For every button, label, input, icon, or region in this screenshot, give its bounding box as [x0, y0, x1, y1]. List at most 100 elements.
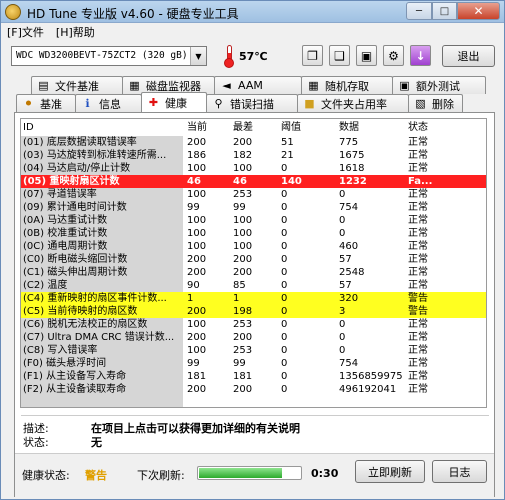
cell-worst: 85 [233, 280, 246, 291]
table-row[interactable]: (07) 寻道错误率 100 253 0 0 正常 [21, 188, 486, 201]
column-header-id[interactable]: ID [23, 121, 181, 134]
table-row[interactable]: (04) 马达启动/停止计数 100 100 0 1618 正常 [21, 162, 486, 175]
copy-all-icon[interactable]: ❑ [329, 45, 350, 66]
copy-icon[interactable]: ❐ [302, 45, 323, 66]
cell-worst: 200 [233, 254, 253, 265]
cell-cur: 100 [187, 241, 207, 252]
tab-aam[interactable]: ◄ AAM [214, 76, 302, 94]
cell-cur: 186 [187, 150, 207, 161]
table-row[interactable]: (01) 底层数据读取错误率 200 200 51 775 正常 [21, 136, 486, 149]
description-value: 在项目上点击可以获得更加详细的有关说明 [91, 422, 300, 435]
cell-cur: 200 [187, 267, 207, 278]
table-row[interactable]: (C4) 重新映射的扇区事件计数... 1 1 0 320 警告 [21, 292, 486, 305]
table-row[interactable]: (F1) 从主设备写入寿命 181 181 0 1356859975 正常 [21, 370, 486, 383]
options-icon[interactable]: ⚙ [383, 45, 404, 66]
cell-cur: 200 [187, 137, 207, 148]
magnifier-icon: ⚲ [214, 97, 223, 110]
monitor-icon: ▦ [129, 79, 140, 92]
table-row[interactable]: (C0) 断电磁头缩回计数 200 200 0 57 正常 [21, 253, 486, 266]
cell-status: 正常 [408, 371, 428, 382]
tab-benchmark[interactable]: ⚫ 基准 [16, 94, 76, 112]
cell-id: (C0) 断电磁头缩回计数 [23, 254, 128, 265]
table-row[interactable]: (09) 累计通电时间计数 99 99 0 754 正常 [21, 201, 486, 214]
refresh-progress-bar [197, 466, 302, 480]
table-row[interactable]: (C1) 磁头伸出周期计数 200 200 0 2548 正常 [21, 266, 486, 279]
tab-error-scan[interactable]: ⚲ 错误扫描 [206, 94, 298, 112]
save-icon[interactable]: ▣ [356, 45, 377, 66]
cell-worst: 99 [233, 358, 246, 369]
close-button[interactable]: ✕ [457, 2, 500, 20]
table-row[interactable]: (F2) 从主设备读取寿命 200 200 0 496192041 正常 [21, 383, 486, 396]
minimize-button[interactable]: ─ [406, 2, 432, 20]
cell-worst: 181 [233, 371, 253, 382]
cell-id: (07) 寻道错误率 [23, 189, 97, 200]
cell-thr: 0 [281, 254, 288, 265]
cell-thr: 21 [281, 150, 294, 161]
cell-status: 正常 [408, 267, 428, 278]
tab-folder-usage[interactable]: ■ 文件夹占用率 [297, 94, 409, 112]
column-header-data[interactable]: 数据 [339, 121, 403, 134]
menu-help[interactable]: [H]帮助 [56, 24, 95, 40]
cell-data: 57 [339, 254, 352, 265]
title-bar[interactable]: HD Tune 专业版 v4.60 - 硬盘专业工具 ─ □ ✕ [1, 1, 504, 23]
cell-status: 正常 [408, 163, 428, 174]
tab-info[interactable]: ℹ 信息 [75, 94, 142, 112]
log-button[interactable]: 日志 [432, 460, 487, 483]
refresh-now-button[interactable]: 立即刷新 [355, 460, 425, 483]
drive-select[interactable]: WDC WD3200BEVT-75ZCT2 (320 gB) ▼ [11, 46, 207, 66]
cell-thr: 0 [281, 384, 288, 395]
health-status-value: 警告 [85, 469, 107, 482]
tab-health[interactable]: ✚ 健康 [141, 92, 207, 112]
cell-data: 1232 [339, 176, 367, 187]
table-row[interactable]: (0A) 马达重试计数 100 100 0 0 正常 [21, 214, 486, 227]
table-row[interactable]: (C6) 脱机无法校正的扇区数 100 253 0 0 正常 [21, 318, 486, 331]
menu-bar: [F]文件 [H]帮助 [1, 23, 504, 41]
cell-cur: 200 [187, 332, 207, 343]
tab-random-access[interactable]: ▦ 随机存取 [301, 76, 393, 94]
table-row[interactable]: (0B) 校准重试计数 100 100 0 0 正常 [21, 227, 486, 240]
cell-worst: 253 [233, 319, 253, 330]
cell-status: 正常 [408, 241, 428, 252]
tab-extra-tests[interactable]: ▣ 额外测试 [392, 76, 486, 94]
table-row[interactable]: (F0) 磁头悬浮时间 99 99 0 754 正常 [21, 357, 486, 370]
download-icon[interactable]: ↓ [410, 45, 431, 66]
tab-row-front: ⚫ 基准 ℹ 信息 ✚ 健康 ⚲ 错误扫描 ■ 文件夹占用率 ▧ 删除 [16, 92, 463, 113]
tab-erase[interactable]: ▧ 删除 [408, 94, 463, 112]
table-row[interactable]: (0C) 通电周期计数 100 100 0 460 正常 [21, 240, 486, 253]
table-row[interactable]: (C7) Ultra DMA CRC 错误计数... 200 200 0 0 正常 [21, 331, 486, 344]
column-header-threshold[interactable]: 阈值 [281, 121, 337, 134]
status-label: 状态: [23, 436, 49, 449]
column-header-current[interactable]: 当前 [187, 121, 231, 134]
smart-table[interactable]: ID 当前 最差 阈值 数据 状态 (01) 底层数据读取错误率 200 200 51… [20, 118, 487, 408]
cell-data: 1675 [339, 150, 365, 161]
chevron-down-icon[interactable]: ▼ [190, 47, 206, 65]
cell-thr: 0 [281, 358, 288, 369]
tab-file-benchmark[interactable]: ▤ 文件基准 [31, 76, 123, 94]
maximize-button[interactable]: □ [432, 2, 457, 20]
cell-cur: 200 [187, 384, 207, 395]
table-body: (01) 底层数据读取错误率 200 200 51 775 正常 (03) 马达旋转到标准转… [21, 136, 486, 407]
cell-thr: 51 [281, 137, 294, 148]
cell-thr: 0 [281, 280, 288, 291]
cell-worst: 182 [233, 150, 253, 161]
table-row[interactable]: (C2) 温度 90 85 0 57 正常 [21, 279, 486, 292]
status-value: 无 [91, 436, 102, 449]
table-row[interactable]: (03) 马达旋转到标准转速所需... 186 182 21 1675 正常 [21, 149, 486, 162]
exit-button[interactable]: 退出 [442, 45, 495, 67]
cell-id: (0A) 马达重试计数 [23, 215, 108, 226]
speaker-icon: ◄ [222, 79, 231, 92]
benchmark-icon: ⚫ [23, 97, 34, 110]
column-header-status[interactable]: 状态 [408, 121, 483, 134]
table-row[interactable]: (C5) 当前待映射的扇区数 200 198 0 3 警告 [21, 305, 486, 318]
app-window: HD Tune 专业版 v4.60 - 硬盘专业工具 ─ □ ✕ [F]文件 [… [0, 0, 505, 500]
cell-id: (C8) 写入错误率 [23, 345, 98, 356]
cell-id: (F0) 磁头悬浮时间 [23, 358, 107, 369]
cell-cur: 100 [187, 228, 207, 239]
table-row[interactable]: (05) 重映射扇区计数 46 46 140 1232 Fa... [21, 175, 486, 188]
cell-status: Fa... [408, 176, 433, 187]
cell-id: (03) 马达旋转到标准转速所需... [23, 150, 167, 161]
table-row[interactable]: (C8) 写入错误率 100 253 0 0 正常 [21, 344, 486, 357]
tab-strip: ▤ 文件基准 ▦ 磁盘监视器 ◄ AAM ▦ 随机存取 ▣ 额外测试 ⚫ 基准 ℹ 信息 [11, 73, 497, 113]
menu-file[interactable]: [F]文件 [7, 24, 44, 40]
column-header-worst[interactable]: 最差 [233, 121, 277, 134]
